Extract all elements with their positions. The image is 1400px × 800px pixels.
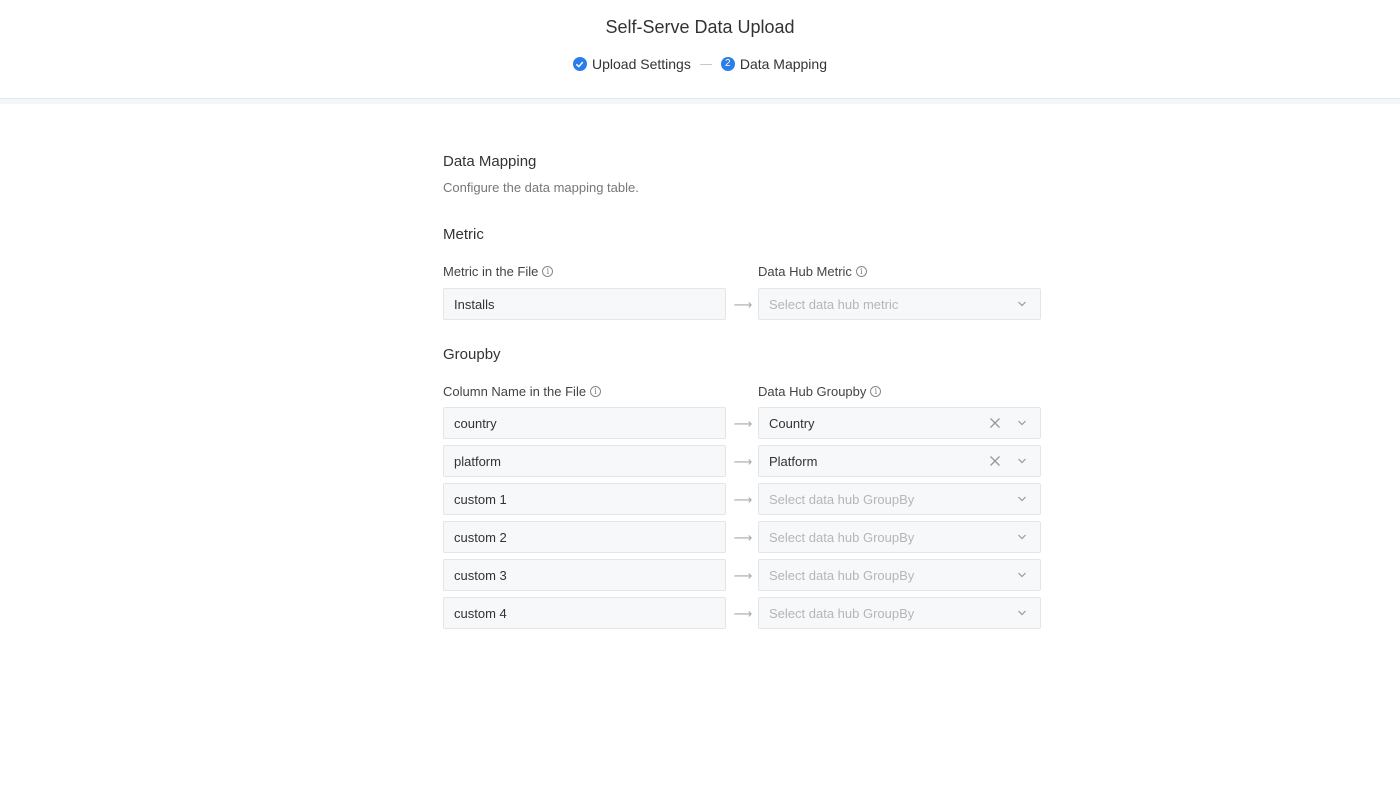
check-icon [572,57,587,71]
groupby-row: custom 3 ⟶ Select data hub GroupBy [443,559,1041,591]
step-upload-settings[interactable]: Upload Settings [572,56,691,72]
label-text: Data Hub Groupby [758,384,867,399]
groupby-labels: Column Name in the File i Data Hub Group… [443,384,1041,400]
page-header: Self-Serve Data Upload Upload Settings 2… [0,0,1400,98]
groupby-file-field: custom 1 [443,483,726,515]
info-icon[interactable]: i [590,386,602,397]
arrow-right-icon: ⟶ [733,606,753,621]
page-title: Self-Serve Data Upload [605,17,795,37]
stepper: Upload Settings 2 Data Mapping [0,56,1400,72]
close-icon[interactable] [988,416,1002,430]
groupby-select[interactable]: Platform [758,445,1041,477]
groupby-file-field: country [443,407,726,439]
groupby-row: country ⟶ Country [443,407,1041,439]
arrow-right-icon: ⟶ [733,454,753,469]
metric-hub-label: Data Hub Metric i [758,264,867,279]
metric-file-field: Installs [443,288,726,320]
chevron-down-icon [1018,610,1026,616]
groupby-file-field: platform [443,445,726,477]
groupby-row: custom 4 ⟶ Select data hub GroupBy [443,597,1041,629]
chevron-down-icon [1018,420,1026,426]
chevron-down-icon [1018,458,1026,464]
close-icon[interactable] [988,454,1002,468]
groupby-file-label: Column Name in the File i [443,384,602,399]
step-data-mapping[interactable]: 2 Data Mapping [720,56,827,72]
select-placeholder: Select data hub GroupBy [769,605,915,621]
select-placeholder: Select data hub GroupBy [769,567,915,583]
arrow-right-icon: ⟶ [733,568,753,583]
groupby-file-field: custom 4 [443,597,726,629]
chevron-down-icon [1018,496,1026,502]
groupby-file-field: custom 2 [443,521,726,553]
section-description: Configure the data mapping table. [443,180,639,195]
groupby-select[interactable]: Country [758,407,1041,439]
step-number-icon: 2 [720,57,735,71]
metric-file-label: Metric in the File i [443,264,554,279]
step-separator [699,63,712,65]
groupby-row: platform ⟶ Platform [443,445,1041,477]
arrow-right-icon: ⟶ [733,297,753,312]
groupby-select[interactable]: Select data hub GroupBy [758,559,1041,591]
select-placeholder: Select data hub metric [769,296,899,312]
groupby-row: custom 1 ⟶ Select data hub GroupBy [443,483,1041,515]
info-icon[interactable]: i [855,266,867,277]
step-label: Upload Settings [591,56,691,72]
select-value: Platform [769,453,818,469]
info-icon[interactable]: i [542,266,554,277]
chevron-down-icon [1018,301,1026,307]
groupby-hub-label: Data Hub Groupby i [758,384,882,399]
arrow-right-icon: ⟶ [733,416,753,431]
groupby-select[interactable]: Select data hub GroupBy [758,521,1041,553]
metric-labels: Metric in the File i Data Hub Metric i [443,264,1041,280]
chevron-down-icon [1018,534,1026,540]
groupby-title: Groupby [443,346,501,363]
select-placeholder: Select data hub GroupBy [769,529,915,545]
arrow-right-icon: ⟶ [733,530,753,545]
groupby-row: custom 2 ⟶ Select data hub GroupBy [443,521,1041,553]
groupby-file-field: custom 3 [443,559,726,591]
section-title: Data Mapping [443,153,537,170]
info-icon[interactable]: i [870,386,882,397]
select-placeholder: Select data hub GroupBy [769,491,915,507]
label-text: Data Hub Metric [758,264,852,279]
chevron-down-icon [1018,572,1026,578]
arrow-right-icon: ⟶ [733,492,753,507]
metric-select[interactable]: Select data hub metric [758,288,1041,320]
label-text: Metric in the File [443,264,539,279]
header-divider [0,98,1400,104]
step-label: Data Mapping [739,56,827,72]
select-value: Country [769,415,815,431]
metric-row: Installs ⟶ Select data hub metric [443,288,1041,320]
label-text: Column Name in the File [443,384,587,399]
groupby-select[interactable]: Select data hub GroupBy [758,597,1041,629]
groupby-select[interactable]: Select data hub GroupBy [758,483,1041,515]
metric-title: Metric [443,226,484,243]
